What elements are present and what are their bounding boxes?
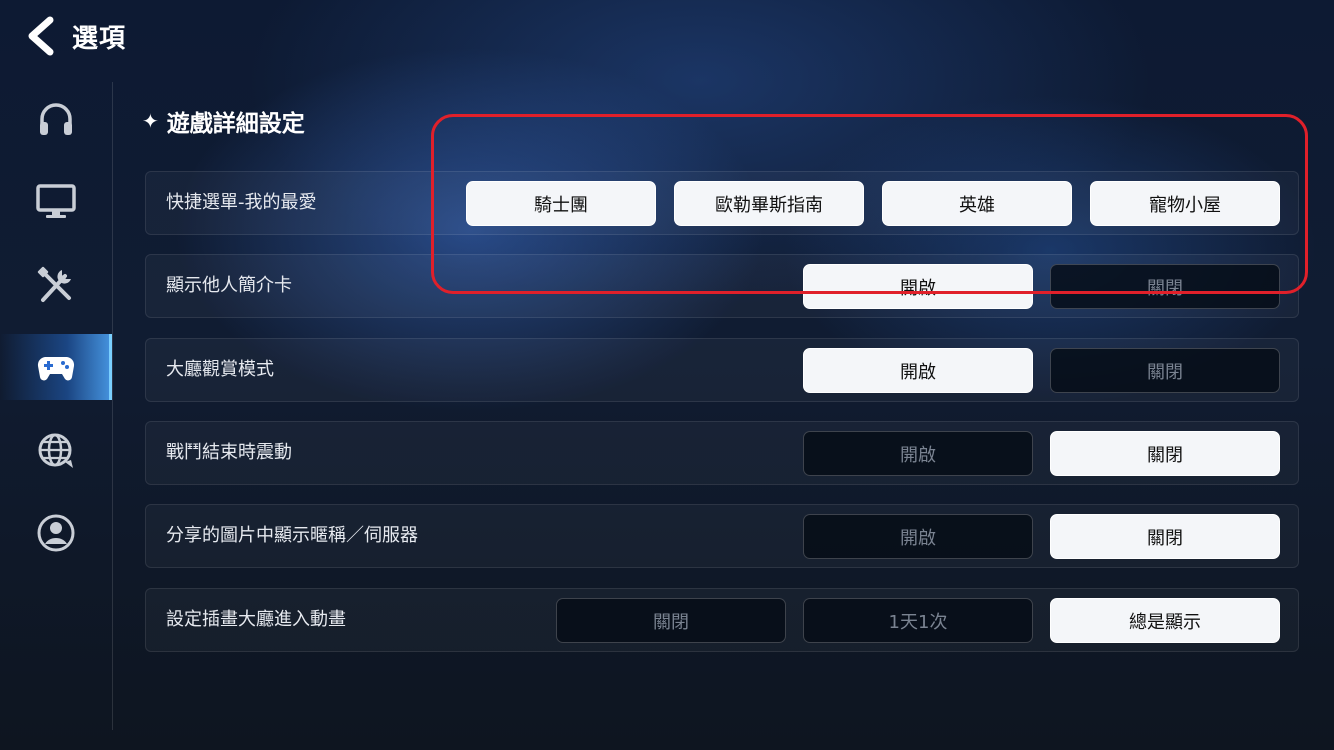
row-label: 戰鬥結束時震動	[166, 442, 292, 463]
favorite-pet-house-button[interactable]: 寵物小屋	[1090, 181, 1280, 226]
settings-row-vibration: 戰鬥結束時震動 開啟 關閉	[145, 421, 1299, 485]
globe-chat-icon	[38, 433, 73, 468]
sparkle-icon: ✦	[142, 109, 159, 133]
favorite-guide-button[interactable]: 歐勒畢斯指南	[674, 181, 864, 226]
share-nickname-off-button[interactable]: 關閉	[1050, 514, 1280, 559]
monitor-icon	[36, 184, 76, 218]
favorite-guild-button[interactable]: 騎士團	[466, 181, 656, 226]
headphones-icon	[40, 103, 72, 135]
row-label: 分享的圖片中顯示暱稱／伺服器	[166, 525, 418, 546]
favorite-hero-button[interactable]: 英雄	[882, 181, 1072, 226]
sidebar-item-audio[interactable]	[0, 86, 112, 152]
row-label: 大廳觀賞模式	[166, 359, 274, 380]
row-label: 設定插畫大廳進入動畫	[166, 609, 346, 630]
section-title-text: 遊戲詳細設定	[166, 111, 305, 137]
page-title: 選項	[72, 24, 127, 54]
tools-icon	[37, 266, 71, 302]
section-title: ✦ 遊戲詳細設定	[142, 104, 305, 138]
settings-row-profile-card: 顯示他人簡介卡 開啟 關閉	[145, 254, 1299, 318]
sidebar-item-game[interactable]	[0, 334, 112, 400]
share-nickname-on-button[interactable]: 開啟	[803, 514, 1033, 559]
vibration-off-button[interactable]: 關閉	[1050, 431, 1280, 476]
lobby-view-off-button[interactable]: 關閉	[1050, 348, 1280, 393]
chevron-left-icon	[28, 16, 54, 56]
sidebar	[0, 82, 112, 732]
settings-row-lobby-view: 大廳觀賞模式 開啟 關閉	[145, 338, 1299, 402]
settings-row-share-nickname: 分享的圖片中顯示暱稱／伺服器 開啟 關閉	[145, 504, 1299, 568]
profile-card-on-button[interactable]: 開啟	[803, 264, 1033, 309]
lobby-animation-off-button[interactable]: 關閉	[556, 598, 786, 643]
back-button[interactable]	[20, 14, 60, 58]
sidebar-item-tools[interactable]	[0, 252, 112, 318]
lobby-animation-always-button[interactable]: 總是顯示	[1050, 598, 1280, 643]
row-label: 快捷選單-我的最愛	[166, 192, 317, 213]
settings-row-favorites: 快捷選單-我的最愛 騎士團 歐勒畢斯指南 英雄 寵物小屋	[145, 171, 1299, 235]
vibration-on-button[interactable]: 開啟	[803, 431, 1033, 476]
row-label: 顯示他人簡介卡	[166, 275, 292, 296]
sidebar-item-language[interactable]	[0, 418, 112, 484]
sidebar-item-display[interactable]	[0, 168, 112, 234]
sidebar-divider	[112, 82, 113, 730]
sidebar-item-account[interactable]	[0, 500, 112, 566]
lobby-view-on-button[interactable]: 開啟	[803, 348, 1033, 393]
lobby-animation-daily-button[interactable]: 1天1次	[803, 598, 1033, 643]
profile-card-off-button[interactable]: 關閉	[1050, 264, 1280, 309]
gamepad-icon	[37, 357, 75, 381]
user-profile-icon	[37, 514, 75, 552]
settings-row-lobby-animation: 設定插畫大廳進入動畫 關閉 1天1次 總是顯示	[145, 588, 1299, 652]
